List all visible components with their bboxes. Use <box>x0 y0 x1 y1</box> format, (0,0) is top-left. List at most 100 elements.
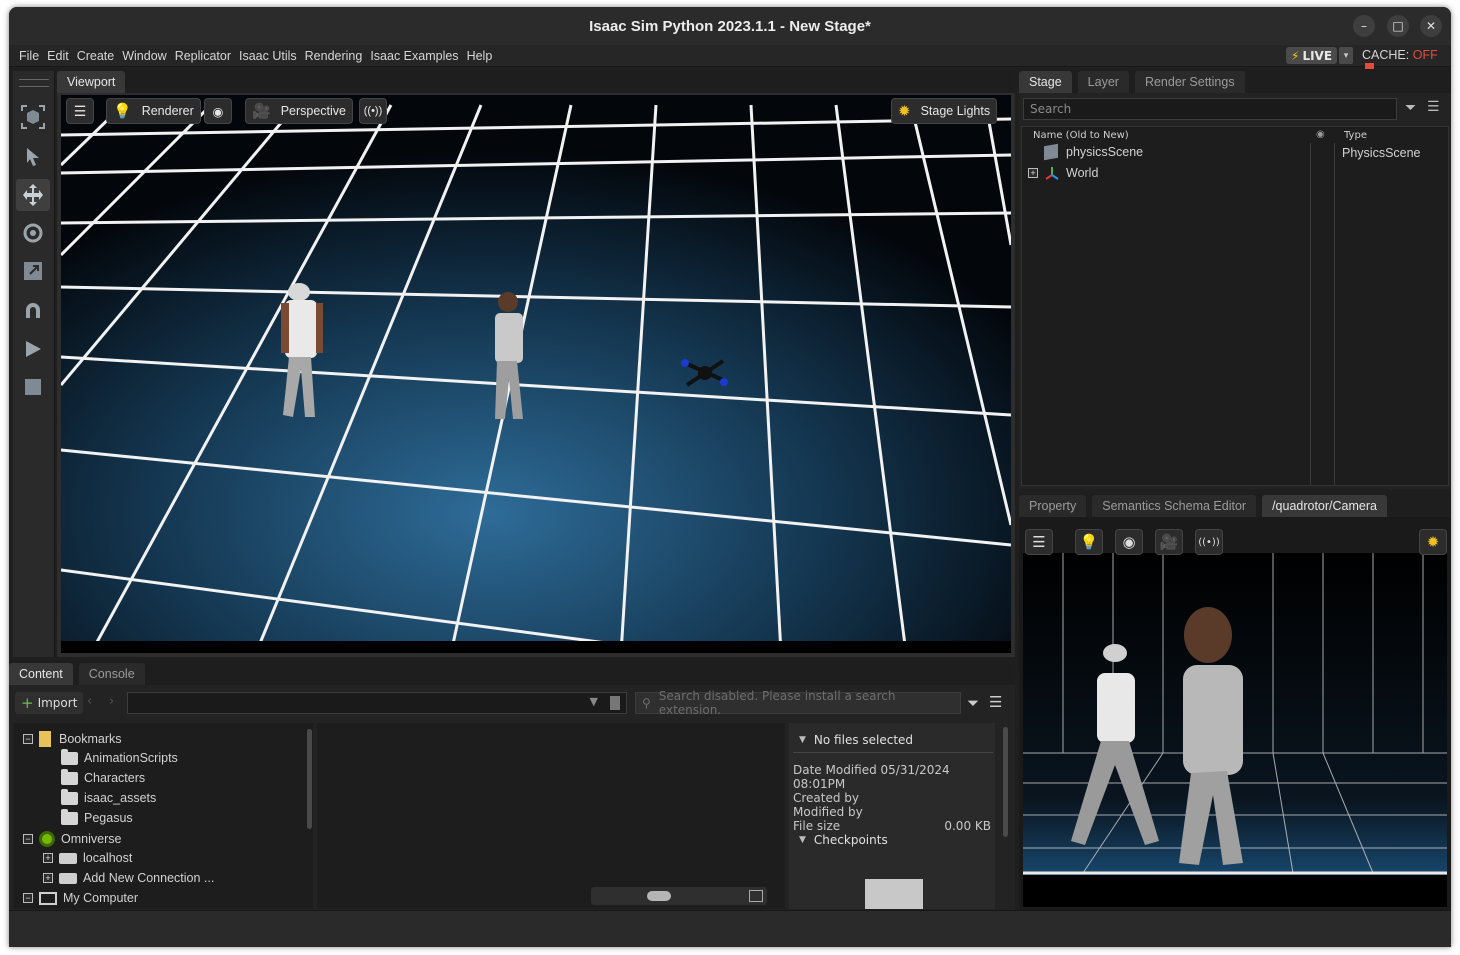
tab-render-settings[interactable]: Render Settings <box>1134 71 1245 93</box>
camera-visibility-button[interactable]: ◉ <box>1115 529 1143 555</box>
app-window: Isaac Sim Python 2023.1.1 - New Stage* –… <box>9 7 1451 947</box>
tab-viewport[interactable]: Viewport <box>57 71 126 93</box>
menu-bar: File Edit Create Window Replicator Isaac… <box>9 45 1451 67</box>
move-icon[interactable] <box>16 179 50 211</box>
stage-search-input[interactable]: Search <box>1023 98 1397 120</box>
collapse-icon[interactable]: − <box>23 834 33 844</box>
details-scrollbar[interactable] <box>1003 727 1008 837</box>
forward-arrow-icon[interactable]: › <box>109 694 114 709</box>
select-arrow-icon[interactable] <box>16 141 50 173</box>
menu-icon[interactable]: ☰ <box>1427 99 1440 115</box>
menu-icon[interactable]: ☰ <box>989 693 1002 711</box>
menu-replicator[interactable]: Replicator <box>175 49 231 63</box>
tab-console[interactable]: Console <box>78 663 145 685</box>
stage-row-physicsscene[interactable]: physicsScene <box>1044 143 1143 161</box>
live-button[interactable]: ⚡ LIVE <box>1286 47 1338 64</box>
menu-isaac-examples[interactable]: Isaac Examples <box>370 49 458 63</box>
tree-item-localhost[interactable]: + localhost <box>43 851 132 865</box>
zoom-slider-handle[interactable] <box>647 891 671 901</box>
tab-property[interactable]: Property <box>1019 495 1087 517</box>
stage-tree: Name (Old to New) ◉ Type physicsScene Ph… <box>1021 126 1449 486</box>
camera-lights-button[interactable]: ✹ <box>1419 529 1447 555</box>
play-icon[interactable] <box>16 333 50 365</box>
expand-icon[interactable]: + <box>43 873 53 883</box>
tab-layer[interactable]: Layer <box>1077 71 1129 93</box>
sliders-icon: ☰ <box>1032 533 1046 551</box>
viewport-3d[interactable] <box>61 95 1011 653</box>
status-bar <box>9 910 1451 947</box>
content-tabbar: Content Console <box>9 661 1015 685</box>
details-header[interactable]: ▼ No files selected <box>793 727 993 753</box>
rotate-icon[interactable] <box>16 217 50 249</box>
camera-icon: 🎥 <box>252 103 271 120</box>
content-panel: + Import ‹ › ▼ ⚲ Search disabled. Please… <box>9 685 1015 910</box>
server-icon <box>59 852 77 864</box>
tree-item-omniverse[interactable]: − Omniverse <box>23 831 121 847</box>
tree-item-my-computer[interactable]: − My Computer <box>23 891 138 905</box>
renderer-button[interactable]: 💡 Renderer <box>106 98 201 124</box>
tree-scrollbar[interactable] <box>307 729 312 829</box>
menu-create[interactable]: Create <box>77 49 115 63</box>
frame-icon[interactable] <box>16 101 50 133</box>
grid-view-icon[interactable] <box>749 890 763 902</box>
menu-edit[interactable]: Edit <box>47 49 69 63</box>
folder-icon <box>61 768 78 785</box>
checkpoints-header[interactable]: ▼ Checkpoints <box>793 827 993 853</box>
live-label: LIVE <box>1302 48 1333 63</box>
bookmark-icon[interactable] <box>610 696 620 710</box>
path-input[interactable]: ▼ <box>127 692 627 714</box>
file-grid[interactable] <box>317 723 785 909</box>
import-button[interactable]: + Import <box>15 692 84 714</box>
camera-select-button[interactable]: 🎥 <box>1155 529 1183 555</box>
folder-icon <box>61 748 78 765</box>
camera-renderer-button[interactable]: 💡 <box>1075 529 1103 555</box>
tree-item-characters[interactable]: Characters <box>61 768 145 785</box>
close-button[interactable]: ✕ <box>1420 15 1442 37</box>
tree-item-pegasus[interactable]: Pegasus <box>61 808 133 825</box>
details-header-label: No files selected <box>813 732 914 747</box>
visibility-button[interactable]: ◉ <box>204 98 232 124</box>
camera-settings-button[interactable]: ☰ <box>1025 529 1053 555</box>
menu-help[interactable]: Help <box>467 49 493 63</box>
filter-icon[interactable]: ⏷ <box>1405 100 1416 116</box>
content-search-input[interactable]: ⚲ Search disabled. Please install a sear… <box>635 689 961 717</box>
collapse-icon[interactable]: − <box>23 734 33 744</box>
menu-file[interactable]: File <box>19 49 39 63</box>
collapse-icon[interactable]: − <box>23 893 33 903</box>
snap-magnet-icon[interactable] <box>16 295 50 327</box>
tab-content[interactable]: Content <box>9 663 73 685</box>
stage-panel: Search ⏷ ☰ Name (Old to New) ◉ Type phys… <box>1019 93 1451 489</box>
filter-icon[interactable]: ⏷ <box>967 694 979 712</box>
tab-quadrotor-camera[interactable]: /quadrotor/Camera <box>1262 495 1387 517</box>
tree-item-add-new-connection[interactable]: + Add New Connection ... <box>43 871 214 885</box>
tree-item-bookmarks[interactable]: − Bookmarks <box>23 731 122 747</box>
window-title: Isaac Sim Python 2023.1.1 - New Stage* <box>589 17 871 35</box>
expand-icon[interactable]: + <box>1028 168 1038 178</box>
tree-item-animationscripts[interactable]: AnimationScripts <box>61 748 178 765</box>
col-type-header[interactable]: Type <box>1344 130 1367 141</box>
visibility-eye-icon[interactable]: ◉ <box>1316 129 1325 140</box>
camera-sensor-button[interactable]: ((•)) <box>1195 529 1223 555</box>
tab-semantics-schema-editor[interactable]: Semantics Schema Editor <box>1092 495 1257 517</box>
zoom-slider[interactable] <box>591 887 767 905</box>
stage-row-world[interactable]: + World <box>1028 165 1098 181</box>
tab-stage[interactable]: Stage <box>1019 71 1072 93</box>
scale-icon[interactable] <box>16 255 50 287</box>
perspective-button[interactable]: 🎥 Perspective <box>245 98 353 124</box>
menu-window[interactable]: Window <box>122 49 166 63</box>
back-arrow-icon[interactable]: ‹ <box>87 694 92 709</box>
path-dropdown-icon[interactable]: ▼ <box>590 695 598 708</box>
stop-icon[interactable] <box>16 371 50 403</box>
minimize-button[interactable]: – <box>1353 15 1375 37</box>
menu-isaac-utils[interactable]: Isaac Utils <box>239 49 297 63</box>
sensor-button[interactable]: ((•)) <box>359 98 387 124</box>
settings-sliders-button[interactable]: ☰ <box>66 98 94 124</box>
col-name-header[interactable]: Name (Old to New) <box>1033 130 1129 141</box>
sun-icon: ✹ <box>898 103 911 120</box>
live-dropdown-button[interactable]: ▾ <box>1339 47 1354 64</box>
menu-rendering[interactable]: Rendering <box>305 49 363 63</box>
expand-icon[interactable]: + <box>43 853 53 863</box>
maximize-button[interactable]: □ <box>1387 15 1409 37</box>
tree-item-isaac-assets[interactable]: isaac_assets <box>61 788 156 805</box>
stage-lights-button[interactable]: ✹ Stage Lights <box>891 98 998 124</box>
